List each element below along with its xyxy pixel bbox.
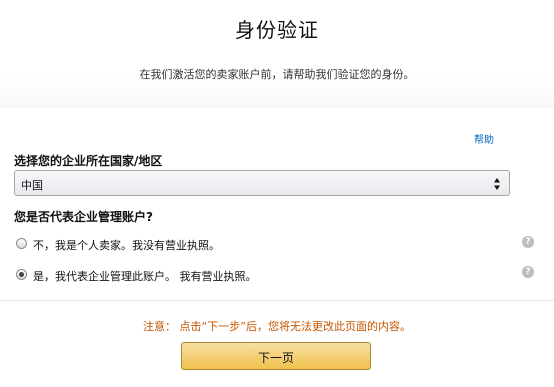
radio-button-no[interactable]	[16, 238, 27, 249]
manager-question-label: 您是否代表企业管理账户?	[14, 210, 153, 224]
sort-arrows-icon	[494, 178, 500, 190]
radio-option-no-label: 不，我是个人卖家。我没有营业执照。	[33, 239, 220, 252]
question-circle-icon[interactable]: ?	[522, 236, 534, 248]
next-button[interactable]: 下一页	[181, 342, 371, 370]
notice-text: 注意： 点击“下一步”后，您将无法更改此页面的内容。	[143, 320, 411, 333]
country-select-value: 中国	[21, 179, 43, 192]
country-label: 选择您的企业所在国家/地区	[14, 154, 163, 168]
page-title: 身份验证	[235, 18, 319, 42]
radio-option-yes-label: 是，我代表企业管理此账户。 我有营业执照。	[33, 270, 257, 283]
help-link[interactable]: 帮助	[474, 131, 494, 146]
next-button-label: 下一页	[257, 351, 294, 365]
divider	[0, 300, 554, 301]
page-subtitle: 在我们激活您的卖家账户前，请帮助我们验证您的身份。	[139, 68, 415, 81]
country-select[interactable]: 中国	[14, 170, 510, 196]
question-circle-icon[interactable]: ?	[522, 266, 534, 278]
radio-button-yes[interactable]	[16, 269, 27, 280]
